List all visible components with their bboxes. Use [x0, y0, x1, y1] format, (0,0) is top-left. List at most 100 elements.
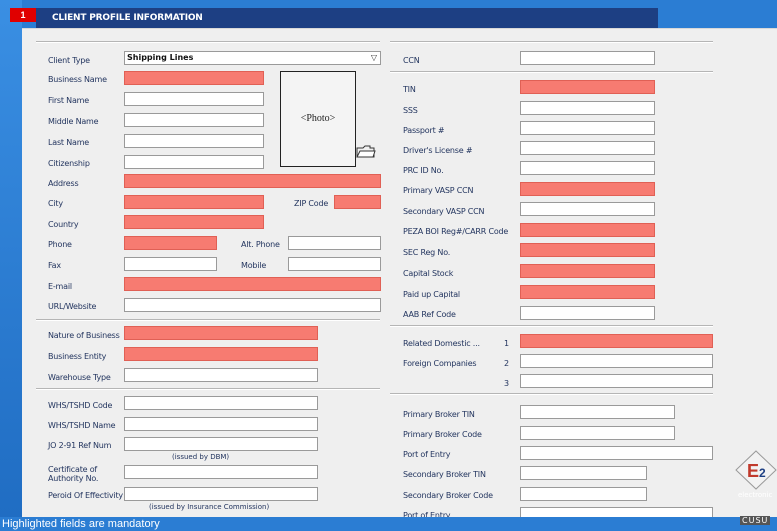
secondary-vasp-label: Secondary VASP CCN: [403, 207, 485, 216]
foreign-companies-index-2: 2: [504, 359, 509, 368]
citizenship-label: Citizenship: [48, 159, 90, 168]
client-type-label: Client Type: [48, 56, 90, 65]
foreign-companies-index-3: 3: [504, 379, 509, 388]
drivers-license-label: Driver's License #: [403, 146, 473, 155]
warehouse-type-field[interactable]: [124, 368, 318, 382]
business-name-label: Business Name: [48, 75, 107, 84]
client-profile-form: Client Type Shipping Lines ▽ Business Na…: [22, 28, 777, 521]
alt-phone-field[interactable]: [288, 236, 381, 250]
ccn-label: CCN: [403, 56, 420, 65]
country-label: Country: [48, 220, 79, 229]
port-of-entry-field[interactable]: [520, 446, 713, 460]
aab-ref-field[interactable]: [520, 306, 655, 320]
city-label: City: [48, 199, 63, 208]
divider: [390, 393, 713, 395]
mobile-field[interactable]: [288, 257, 381, 271]
address-field[interactable]: [124, 174, 381, 188]
ccn-field[interactable]: [520, 51, 655, 65]
secondary-broker-tin-label: Secondary Broker TIN: [403, 470, 486, 479]
brand-cusu-text: CUSU: [740, 516, 771, 525]
alt-phone-label: Alt. Phone: [241, 240, 280, 249]
whs-name-field[interactable]: [124, 417, 318, 431]
fax-field[interactable]: [124, 257, 217, 271]
middle-name-field[interactable]: [124, 113, 264, 127]
passport-field[interactable]: [520, 121, 655, 135]
sss-field[interactable]: [520, 101, 655, 115]
primary-broker-tin-label: Primary Broker TIN: [403, 410, 475, 419]
prc-id-field[interactable]: [520, 161, 655, 175]
related-domestic-field[interactable]: [520, 334, 713, 348]
primary-broker-code-label: Primary Broker Code: [403, 430, 482, 439]
primary-vasp-label: Primary VASP CCN: [403, 186, 474, 195]
peza-field[interactable]: [520, 223, 655, 237]
issued-by-ic-note: (issued by Insurance Commission): [149, 503, 270, 511]
email-label: E-mail: [48, 282, 72, 291]
divider: [390, 41, 713, 43]
cert-authority-label: Certificate of Authority No.: [48, 465, 99, 483]
last-name-label: Last Name: [48, 138, 90, 147]
whs-name-label: WHS/TSHD Name: [48, 421, 116, 430]
svg-text:E: E: [747, 461, 759, 481]
tin-field[interactable]: [520, 80, 655, 94]
zip-code-field[interactable]: [334, 195, 381, 209]
svg-text:2: 2: [759, 466, 766, 480]
jo-ref-field[interactable]: [124, 437, 318, 451]
cert-authority-field[interactable]: [124, 465, 318, 479]
sec-reg-label: SEC Reg No.: [403, 248, 451, 257]
divider: [36, 388, 380, 390]
foreign-companies-field-2[interactable]: [520, 354, 713, 368]
drivers-license-field[interactable]: [520, 141, 655, 155]
foreign-companies-field-3[interactable]: [520, 374, 713, 388]
phone-label: Phone: [48, 240, 72, 249]
aab-ref-label: AAB Ref Code: [403, 310, 456, 319]
whs-code-field[interactable]: [124, 396, 318, 410]
warehouse-type-label: Warehouse Type: [48, 373, 111, 382]
related-domestic-label: Related Domestic ...: [403, 339, 480, 348]
nature-of-business-field[interactable]: [124, 326, 318, 340]
citizenship-field[interactable]: [124, 155, 264, 169]
url-label: URL/Website: [48, 302, 97, 311]
client-type-value: Shipping Lines: [127, 53, 194, 62]
nature-of-business-label: Nature of Business: [48, 331, 120, 340]
divider: [390, 325, 713, 327]
prc-id-label: PRC ID No.: [403, 166, 444, 175]
primary-vasp-field[interactable]: [520, 182, 655, 196]
zip-code-label: ZIP Code: [294, 199, 329, 208]
photo-placeholder[interactable]: <Photo>: [280, 71, 356, 167]
chevron-down-icon[interactable]: ▽: [371, 52, 377, 64]
period-effectivity-label: Peroid Of Effectivity: [48, 491, 123, 500]
last-name-field[interactable]: [124, 134, 264, 148]
phone-field[interactable]: [124, 236, 217, 250]
issued-by-dbm-note: (issued by DBM): [172, 453, 230, 461]
primary-broker-code-field[interactable]: [520, 426, 675, 440]
business-entity-label: Business Entity: [48, 352, 107, 361]
country-field[interactable]: [124, 215, 264, 229]
secondary-broker-tin-field[interactable]: [520, 466, 647, 480]
business-name-field[interactable]: [124, 71, 264, 85]
secondary-vasp-field[interactable]: [520, 202, 655, 216]
secondary-broker-code-field[interactable]: [520, 487, 647, 501]
tin-label: TIN: [403, 85, 416, 94]
section-title: CLIENT PROFILE INFORMATION: [36, 8, 658, 28]
peza-label: PEZA BOI Reg#/CARR Code: [403, 227, 509, 236]
email-field[interactable]: [124, 277, 381, 291]
city-field[interactable]: [124, 195, 264, 209]
client-type-select[interactable]: Shipping Lines ▽: [124, 51, 381, 65]
divider: [36, 41, 380, 43]
brand-text: electronic: [738, 491, 773, 499]
period-effectivity-field[interactable]: [124, 487, 318, 501]
photo-browse-icon[interactable]: [356, 144, 376, 160]
passport-label: Passport #: [403, 126, 445, 135]
sec-reg-field[interactable]: [520, 243, 655, 257]
business-entity-field[interactable]: [124, 347, 318, 361]
capital-stock-field[interactable]: [520, 264, 655, 278]
e2m-logo: E 2: [735, 450, 777, 490]
paid-up-capital-field[interactable]: [520, 285, 655, 299]
foreign-companies-label: Foreign Companies: [403, 359, 477, 368]
primary-broker-tin-field[interactable]: [520, 405, 675, 419]
middle-name-label: Middle Name: [48, 117, 99, 126]
address-label: Address: [48, 179, 79, 188]
port-of-entry-label: Port of Entry: [403, 450, 451, 459]
url-field[interactable]: [124, 298, 381, 312]
first-name-field[interactable]: [124, 92, 264, 106]
